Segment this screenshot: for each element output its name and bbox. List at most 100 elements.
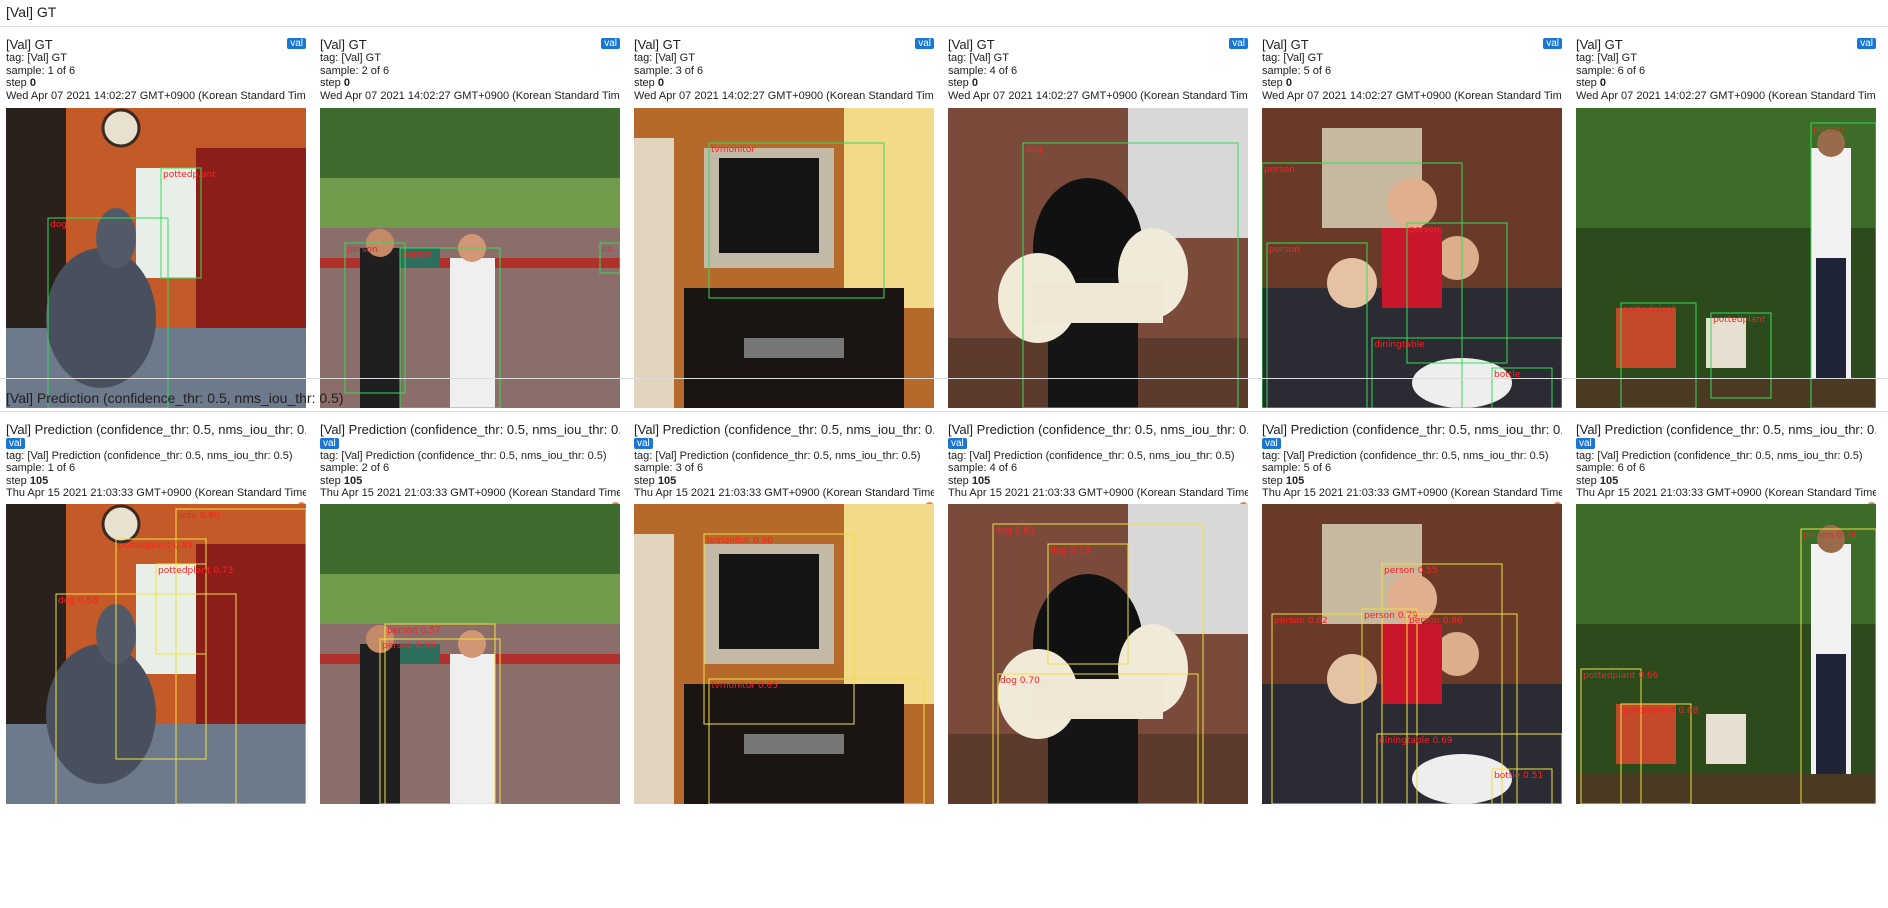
image-thumbnail[interactable]: person pottedplant pottedplant — [1576, 108, 1876, 408]
card-sample: sample: 4 of 6 — [948, 462, 1018, 475]
card-title: [Val] GT — [948, 37, 995, 52]
image-thumbnail[interactable]: person 0.55 person 0.79 person 0.86 person … — [1262, 504, 1562, 804]
card-tag: tag: [Val] Prediction (confidence_thr: 0… — [1262, 449, 1549, 462]
image-thumbnail[interactable]: person 0.57 person 0.68 — [320, 504, 620, 804]
image-thumbnail[interactable]: sofa 0.80 pottedplant 0.81 pottedplant 0.7… — [6, 504, 306, 804]
run-badge[interactable]: val — [1576, 438, 1595, 449]
image-thumbnail[interactable]: person person ca — [320, 108, 620, 408]
card-step: step 105 — [320, 475, 620, 488]
step-value: 0 — [29, 77, 36, 90]
detection-label: person 0.86 — [1409, 616, 1463, 626]
detection-label: person — [1264, 165, 1295, 175]
step-label: step — [320, 77, 341, 90]
step-value: 0 — [657, 77, 664, 90]
card-sample: sample: 4 of 6 — [948, 64, 1018, 77]
detection-label: person 0.62 — [1274, 616, 1328, 626]
card-date: Thu Apr 15 2021 21:03:33 GMT+0900 (Korea… — [320, 487, 620, 500]
step-value: 0 — [343, 77, 350, 90]
card-step: step 0 — [6, 77, 306, 90]
run-badge[interactable]: val — [6, 438, 25, 449]
step-label: step — [634, 474, 655, 487]
card-date: Thu Apr 15 2021 21:03:33 GMT+0900 (Korea… — [6, 487, 306, 500]
step-label: step — [948, 77, 969, 90]
section-divider — [0, 26, 1888, 27]
card-title: [Val] GT — [1262, 37, 1309, 52]
card-title: [Val] Prediction (confidence_thr: 0.5, n… — [634, 422, 934, 437]
gt-image-card: [Val] GT val tag: [Val] GT sample: 5 of 6st… — [1262, 37, 1562, 408]
detection-label: dog 0.61 — [995, 526, 1035, 536]
run-badge[interactable]: val — [1857, 38, 1876, 49]
image-thumbnail[interactable]: pottedp.ant dog — [6, 108, 306, 408]
card-title: [Val] Prediction (confidence_thr: 0.5, n… — [320, 422, 620, 437]
run-badge[interactable]: val — [1262, 438, 1281, 449]
card-tag: tag: [Val] Prediction (confidence_thr: 0… — [948, 449, 1235, 462]
run-badge[interactable]: val — [915, 38, 934, 49]
card-step: step 105 — [6, 475, 306, 488]
card-step: step 0 — [1262, 77, 1562, 90]
run-badge[interactable]: val — [1543, 38, 1562, 49]
step-value: 105 — [29, 474, 49, 487]
step-value: 105 — [1285, 474, 1305, 487]
gt-image-card: [Val] GT val tag: [Val] GT sample: 1 of 6st… — [6, 37, 306, 408]
image-thumbnail[interactable]: dog 0.61 dog 0.73 dog 0.70 — [948, 504, 1248, 804]
card-sample: sample: 5 of 6 — [1262, 64, 1332, 77]
card-step: step 0 — [320, 77, 620, 90]
detection-label: dog 0.70 — [1000, 676, 1040, 686]
run-badge[interactable]: val — [634, 438, 653, 449]
card-sample: sample: 1 of 6 — [6, 462, 76, 475]
card-sample: sample: 2 of 6 — [320, 462, 390, 475]
step-label: step — [6, 77, 27, 90]
run-badge[interactable]: val — [1229, 38, 1248, 49]
card-tag: tag: [Val] Prediction (confidence_thr: 0… — [320, 449, 607, 462]
card-sample: sample: 6 of 6 — [1576, 462, 1646, 475]
image-thumbnail[interactable]: tvmonitor 0.90 tvmonitor 0.65 — [634, 504, 934, 804]
detection-label: dog 0.73 — [1050, 546, 1090, 556]
step-value: 0 — [971, 77, 978, 90]
step-value: 0 — [1599, 77, 1606, 90]
detection-label: person — [1409, 225, 1440, 235]
image-thumbnail[interactable]: person 0.78 pottedplant 0.66 pottedplant 0… — [1576, 504, 1876, 804]
detection-label: sofa 0.80 — [178, 511, 220, 521]
card-date: Thu Apr 15 2021 21:03:33 GMT+0900 (Korea… — [1576, 487, 1876, 500]
step-label: step — [634, 77, 655, 90]
image-thumbnail[interactable]: dog — [948, 108, 1248, 408]
card-title: [Val] GT — [6, 37, 53, 52]
step-label: step — [320, 474, 341, 487]
image-thumbnail[interactable]: person person person diningtable bottle — [1262, 108, 1562, 408]
card-date: Wed Apr 07 2021 14:02:27 GMT+0900 (Korea… — [320, 89, 620, 102]
pred-image-card: [Val] Prediction (confidence_thr: 0.5, n… — [320, 422, 620, 804]
detection-label: person 0.55 — [1384, 566, 1438, 576]
detection-label: person 0.78 — [1803, 531, 1857, 541]
detection-label: tvmonitor — [711, 145, 755, 155]
card-sample: sample: 1 of 6 — [6, 64, 76, 77]
step-label: step — [1262, 77, 1283, 90]
section-title-pred: [Val] Prediction (confidence_thr: 0.5, n… — [6, 390, 344, 406]
gt-image-card: [Val] GT val tag: [Val] GT sample: 2 of 6st… — [320, 37, 620, 408]
detection-label: person — [1269, 245, 1300, 255]
card-tag: tag: [Val] Prediction (confidence_thr: 0… — [634, 449, 921, 462]
run-badge[interactable]: val — [948, 438, 967, 449]
card-date: Thu Apr 15 2021 21:03:33 GMT+0900 (Korea… — [634, 487, 934, 500]
card-tag: tag: [Val] GT — [634, 52, 695, 64]
run-badge[interactable]: val — [601, 38, 620, 49]
detection-label: dog — [50, 220, 67, 230]
card-date: Wed Apr 07 2021 14:02:27 GMT+0900 (Korea… — [6, 89, 306, 102]
card-step: step 105 — [1576, 475, 1876, 488]
detection-label: pottedplant 0.81 — [118, 541, 193, 551]
step-value: 105 — [343, 474, 363, 487]
detection-label: person 0.68 — [382, 641, 436, 651]
card-title: [Val] GT — [320, 37, 367, 52]
card-sample: sample: 6 of 6 — [1576, 64, 1646, 77]
step-label: step — [948, 474, 969, 487]
step-label: step — [1262, 474, 1283, 487]
step-value: 0 — [1285, 77, 1292, 90]
pred-image-card: [Val] Prediction (confidence_thr: 0.5, n… — [6, 422, 306, 804]
detection-label: pottedplant 0.68 — [1623, 706, 1699, 716]
image-thumbnail[interactable]: tvmonitor — [634, 108, 934, 408]
detection-label: person — [1813, 125, 1844, 135]
run-badge[interactable]: val — [287, 38, 306, 49]
card-date: Wed Apr 07 2021 14:02:27 GMT+0900 (Korea… — [1262, 89, 1562, 102]
run-badge[interactable]: val — [320, 438, 339, 449]
detection-label: diningtable 0.69 — [1379, 736, 1453, 746]
detection-label: person — [402, 250, 433, 260]
